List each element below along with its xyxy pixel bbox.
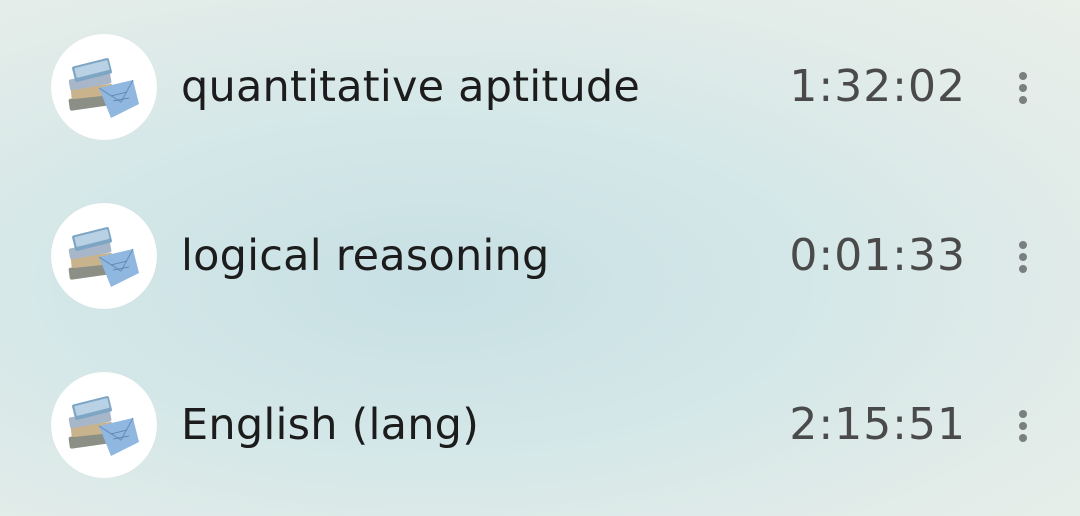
menu-dot: [1019, 253, 1027, 261]
books-icon: [68, 58, 139, 118]
books-icon: [68, 227, 139, 287]
playlist-list: quantitative aptitude 1:32:02 logical re…: [0, 0, 1080, 516]
list-item[interactable]: logical reasoning 0:01:33: [0, 196, 1080, 316]
menu-dot: [1019, 241, 1027, 249]
menu-dot: [1019, 410, 1027, 418]
list-item-title: quantitative aptitude: [181, 62, 641, 112]
list-item[interactable]: quantitative aptitude 1:32:02: [0, 27, 1080, 147]
menu-dot: [1019, 422, 1027, 430]
list-item-duration: 2:15:51: [789, 399, 966, 450]
menu-dot: [1019, 84, 1027, 92]
menu-dot: [1019, 96, 1027, 104]
avatar: [51, 34, 157, 140]
more-vert-icon[interactable]: [1008, 67, 1038, 107]
avatar: [51, 203, 157, 309]
more-vert-icon[interactable]: [1008, 236, 1038, 276]
list-item-duration: 0:01:33: [789, 230, 966, 281]
list-item[interactable]: English (lang) 2:15:51: [0, 365, 1080, 485]
books-icon: [68, 396, 139, 456]
avatar: [51, 372, 157, 478]
list-item-duration: 1:32:02: [789, 61, 966, 112]
menu-dot: [1019, 72, 1027, 80]
list-item-title: logical reasoning: [181, 231, 550, 281]
more-vert-icon[interactable]: [1008, 405, 1038, 445]
menu-dot: [1019, 265, 1027, 273]
menu-dot: [1019, 434, 1027, 442]
list-item-title: English (lang): [181, 400, 480, 450]
